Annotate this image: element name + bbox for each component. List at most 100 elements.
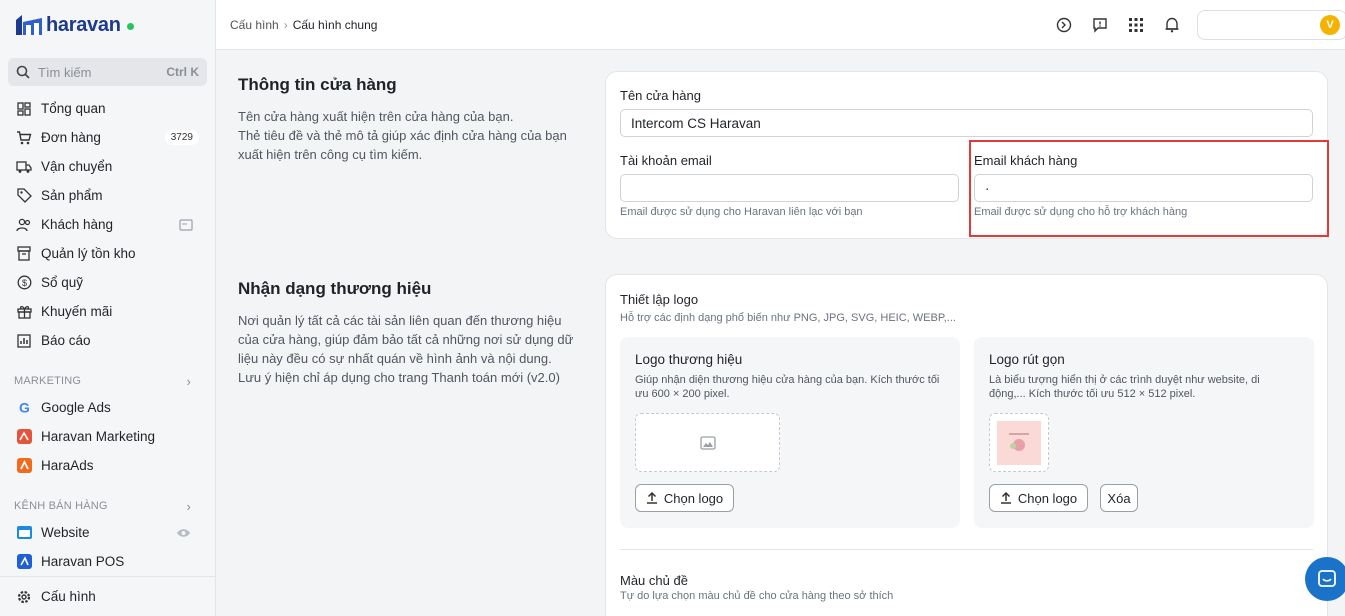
brand-logo-desc: Giúp nhận diện thương hiệu cửa hàng của … [635,374,940,400]
sidebar-item-label: Quản lý tồn kho [41,246,136,261]
brand-identity-title: Nhận dạng thương hiệu [238,279,432,298]
sidebar-item-label: Sản phẩm [41,188,103,203]
chevron-right-icon: › [186,498,191,514]
dashboard-icon [16,101,32,117]
website-icon [16,525,32,541]
sidebar-item-label: Google Ads [41,400,111,415]
sidebar-item-quan-ly-ton-kho[interactable]: Quản lý tồn kho [0,239,215,268]
top-icons: V [1039,9,1345,40]
breadcrumb-parent[interactable]: Cấu hình [230,18,279,32]
sidebar-item-label: Tổng quan [41,101,106,116]
chat-icon [1317,569,1337,589]
marketing-section-label: MARKETING [14,375,82,387]
store-info-desc-1: Tên cửa hàng xuất hiện trên cửa hàng của… [238,109,514,124]
theme-color-hint: Tự do lựa chọn màu chủ đề cho cửa hàng t… [620,590,894,602]
brand-logo-dropzone[interactable] [635,413,780,472]
sidebar-item-khuyen-mai[interactable]: Khuyến mãi [0,297,215,326]
sidebar-item-haraads[interactable]: HaraAds [0,451,215,480]
brand-identity-card: Thiết lập logo Hỗ trợ các định dạng phổ … [605,274,1328,616]
dollar-icon: $ [16,275,32,291]
brand-logo-panel: Logo thương hiệu Giúp nhận diện thương h… [620,337,960,528]
divider [620,549,1313,550]
report-icon [16,333,32,349]
bell-icon[interactable] [1161,14,1183,36]
upload-icon [646,492,658,504]
haraads-icon [16,458,32,474]
svg-text:$: $ [21,278,26,288]
short-logo-panel: Logo rút gọn Là biểu tượng hiển thị ở cá… [974,337,1314,528]
brand-identity-desc-2: Lưu ý hiện chỉ áp dụng cho trang Thanh t… [238,370,560,385]
choose-brand-logo-button[interactable]: Chọn logo [635,484,734,512]
sidebar-item-don-hang[interactable]: Đơn hàng 3729 [0,123,215,152]
haravan-logo-icon [14,13,44,37]
sidebar-item-label: Haravan Marketing [41,429,156,444]
sidebar-item-tong-quan[interactable]: Tổng quan [0,94,215,123]
sidebar-item-khach-hang[interactable]: Khách hàng [0,210,215,239]
store-name-label: Tên cửa hàng [620,88,701,103]
customer-card-icon[interactable] [179,218,193,231]
short-logo-thumbnail [997,420,1041,465]
sidebar-item-san-pham[interactable]: Sản phẩm [0,181,215,210]
image-placeholder-icon [699,435,716,450]
sidebar-item-label: Khuyến mãi [41,304,113,319]
cart-icon [16,130,32,146]
truck-icon [16,159,32,175]
breadcrumb-separator: › [283,17,288,32]
marketing-section-toggle[interactable]: MARKETING › [0,369,215,393]
brand-logo-title: Logo thương hiệu [635,352,743,367]
pos-icon [16,554,32,570]
sidebar-item-so-quy[interactable]: $ Sổ quỹ [0,268,215,297]
users-icon [16,217,32,233]
account-email-field[interactable] [620,174,959,202]
channels-section-toggle[interactable]: KÊNH BÁN HÀNG › [0,494,215,518]
order-count-badge: 3729 [164,130,199,145]
choose-logo-label: Chọn logo [663,490,724,506]
store-name-field[interactable]: Intercom CS Haravan [620,109,1313,137]
short-logo-desc: Là biểu tượng hiển thị ở các trình duyệt… [989,374,1260,400]
avatar: V [1320,14,1340,35]
feedback-icon[interactable] [1089,14,1111,36]
brand-identity-description: Nhận dạng thương hiệu Nơi quản lý tất cả… [238,279,583,387]
eye-icon[interactable] [176,528,191,538]
logo-setup-title: Thiết lập logo [620,292,699,307]
sidebar-item-label: Vận chuyển [41,159,113,174]
upload-icon [1000,492,1012,504]
account-switcher[interactable]: V [1197,9,1345,40]
delete-short-logo-button[interactable]: Xóa [1100,484,1138,512]
google-icon: G [16,400,32,416]
chevron-right-icon: › [186,373,191,389]
search-input[interactable]: Tìm kiếm Ctrl K [8,58,207,86]
short-logo-dropzone[interactable] [989,413,1049,472]
breadcrumb: Cấu hình › Cấu hình chung [216,18,377,32]
sidebar-item-label: Báo cáo [41,333,91,348]
sidebar-item-van-chuyen[interactable]: Vận chuyển [0,152,215,181]
sidebar-item-haravan-marketing[interactable]: Haravan Marketing [0,422,215,451]
theme-color-title: Màu chủ đề [620,573,688,588]
account-email-hint: Email được sử dụng cho Haravan liên lạc … [620,206,863,218]
haravan-marketing-icon [16,429,32,445]
chat-support-button[interactable] [1305,557,1345,601]
store-info-title: Thông tin cửa hàng [238,75,397,94]
brand-identity-desc-1: Nơi quản lý tất cả các tài sản liên quan… [238,313,574,366]
delete-label: Xóa [1107,490,1131,506]
highlight-box [969,140,1329,237]
sidebar: haravan Tìm kiếm Ctrl K Tổng quan Đơn hà… [0,0,216,616]
sidebar-item-label: HaraAds [41,458,94,473]
inventory-icon [16,246,32,262]
sidebar-item-google-ads[interactable]: G Google Ads [0,393,215,422]
choose-short-logo-button[interactable]: Chọn logo [989,484,1088,512]
sidebar-item-label: Khách hàng [41,217,114,232]
store-info-description: Thông tin cửa hàng Tên cửa hàng xuất hiệ… [238,75,583,164]
support-icon[interactable] [1053,14,1075,36]
sidebar-item-cau-hinh[interactable]: Cấu hình [0,576,215,616]
sidebar-item-website[interactable]: Website [0,518,215,547]
logo-setup-hint: Hỗ trợ các định dạng phổ biến như PNG, J… [620,312,956,324]
sidebar-item-label: Đơn hàng [41,130,101,145]
apps-grid-icon[interactable] [1125,14,1147,36]
tag-icon [16,188,32,204]
sidebar-item-bao-cao[interactable]: Báo cáo [0,326,215,355]
sidebar-item-label: Cấu hình [41,589,96,604]
sidebar-item-haravan-pos[interactable]: Haravan POS [0,547,215,576]
brand-logo[interactable]: haravan [0,0,215,50]
brand-name: haravan [46,13,121,36]
